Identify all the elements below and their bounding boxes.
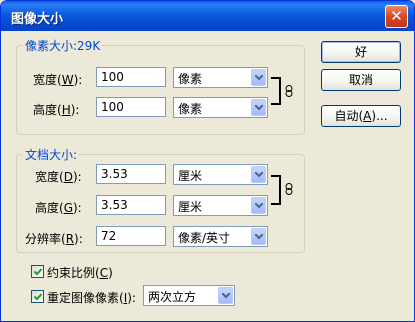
chain-link-icon [285, 85, 293, 97]
resolution-unit-select[interactable]: 像素/英寸 [173, 226, 268, 247]
document-size-legend: 文档大小: [25, 148, 78, 162]
pixel-width-field[interactable] [97, 68, 165, 86]
resolution-label: 分辨率(R): [25, 232, 83, 246]
chevron-down-icon[interactable] [251, 166, 266, 183]
pixel-height-unit-select[interactable]: 像素 [173, 97, 268, 118]
image-size-dialog: 图像大小 ✕ 像素大小:29K 宽度(W): 像素 高度(H): 像素 文档大小… [0, 0, 415, 322]
cancel-button[interactable]: 取消 [321, 69, 401, 91]
checkmark-icon [33, 268, 43, 276]
doc-height-field[interactable] [97, 196, 165, 214]
checkmark-icon [33, 293, 43, 301]
pixel-height-unit-value: 像素 [178, 102, 203, 116]
close-button[interactable]: ✕ [385, 5, 408, 28]
title-bar[interactable]: 图像大小 ✕ [1, 1, 414, 31]
auto-button[interactable]: 自动(A)... [321, 105, 401, 127]
ok-button[interactable]: 好 [321, 41, 401, 63]
dialog-title: 图像大小 [11, 12, 64, 27]
doc-link-bracket [271, 175, 281, 205]
doc-width-input[interactable] [96, 164, 166, 184]
pixel-width-label: 宽度(W): [33, 73, 83, 87]
chevron-down-icon[interactable] [251, 197, 266, 214]
constrain-proportions-label[interactable]: 约束比例(C) [47, 264, 113, 281]
pixel-height-field[interactable] [97, 98, 165, 116]
resample-image-label[interactable]: 重定图像像素(I): [47, 289, 136, 306]
doc-height-unit-value: 厘米 [178, 200, 203, 214]
pixel-width-unit-select[interactable]: 像素 [173, 67, 268, 88]
resample-image-checkbox[interactable] [31, 290, 44, 303]
doc-height-label: 高度(G): [35, 201, 82, 215]
doc-width-field[interactable] [97, 165, 165, 183]
pixel-height-label: 高度(H): [33, 103, 80, 117]
doc-width-label: 宽度(D): [35, 170, 82, 184]
chain-link-icon [285, 183, 293, 195]
pixel-width-unit-value: 像素 [178, 72, 203, 86]
chevron-down-icon[interactable] [251, 99, 266, 116]
resample-method-value: 两次立方 [148, 290, 197, 304]
doc-width-unit-value: 厘米 [178, 169, 203, 183]
resolution-unit-value: 像素/英寸 [178, 231, 231, 245]
pixel-height-input[interactable] [96, 97, 166, 117]
chevron-down-icon[interactable] [251, 69, 266, 86]
doc-height-unit-select[interactable]: 厘米 [173, 195, 268, 216]
pixel-width-input[interactable] [96, 67, 166, 87]
resample-method-select[interactable]: 两次立方 [143, 285, 235, 306]
chevron-down-icon[interactable] [251, 228, 266, 245]
chevron-down-icon[interactable] [218, 287, 233, 304]
pixel-dimensions-legend: 像素大小:29K [25, 39, 101, 53]
doc-width-unit-select[interactable]: 厘米 [173, 164, 268, 185]
pixel-link-bracket [271, 77, 281, 105]
constrain-proportions-checkbox[interactable] [31, 265, 44, 278]
resolution-input[interactable] [96, 226, 166, 246]
resolution-field[interactable] [97, 227, 165, 245]
doc-height-input[interactable] [96, 195, 166, 215]
